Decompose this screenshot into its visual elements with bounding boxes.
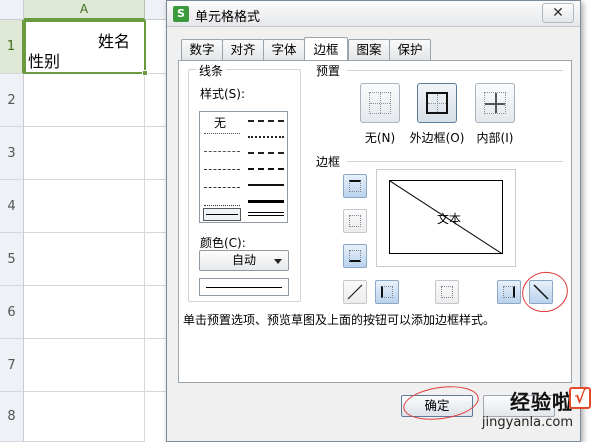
row-header-8[interactable]: 8	[0, 392, 24, 442]
line-style-dash-dot-dot[interactable]	[204, 169, 240, 181]
border-inside-vertical-button[interactable]	[435, 280, 459, 304]
dialog-title: 单元格格式	[195, 10, 261, 25]
tab-border[interactable]: 边框	[304, 37, 348, 60]
preset-none-button[interactable]	[360, 83, 400, 123]
row-header-7[interactable]: 7	[0, 339, 24, 392]
chevron-down-icon	[274, 259, 282, 264]
tab-protection[interactable]: 保护	[389, 39, 431, 60]
line-style-dashed-fine[interactable]	[204, 151, 240, 163]
line-style-list[interactable]: 无	[199, 111, 288, 223]
dialog-titlebar[interactable]: S 单元格格式 ✕	[167, 1, 580, 27]
format-cells-dialog: S 单元格格式 ✕ 数字 对齐 字体 边框 图案 保护 线条 样式(S): 无	[166, 0, 581, 442]
border-inside-horizontal-icon	[349, 215, 361, 227]
preset-outline-button[interactable]	[417, 83, 457, 123]
border-bottom-button[interactable]	[343, 244, 367, 268]
row-header-2[interactable]: 2	[0, 74, 24, 127]
border-tab-panel: 线条 样式(S): 无 颜色(C): 自动 预置 无(N) 外边框(O) 内部(…	[178, 60, 572, 383]
border-left-button[interactable]	[375, 280, 399, 304]
line-style-thin-selected[interactable]	[203, 208, 241, 221]
cell-a1-text-name: 姓名	[97, 32, 130, 51]
line-group-label: 线条	[196, 62, 227, 79]
border-separator	[347, 161, 563, 162]
border-inside-horizontal-button[interactable]	[343, 209, 367, 233]
cell-a2[interactable]	[24, 74, 145, 127]
border-bottom-icon	[349, 250, 361, 262]
preset-none-icon	[369, 92, 391, 114]
tab-alignment[interactable]: 对齐	[222, 39, 264, 60]
row-header-6[interactable]: 6	[0, 286, 24, 339]
app-icon: S	[173, 6, 189, 22]
select-all-corner[interactable]	[0, 0, 24, 20]
line-style-dotted[interactable]	[204, 133, 240, 145]
cell-a1-selected[interactable]: 姓名 性别	[24, 20, 148, 76]
line-style-medium[interactable]	[248, 184, 284, 196]
preset-inside-label: 内部(I)	[476, 131, 514, 145]
preset-inside-icon	[484, 92, 506, 114]
column-header-a[interactable]: A	[24, 0, 145, 20]
cell-a1-text-gender: 性别	[28, 52, 61, 71]
border-top-icon	[349, 180, 361, 192]
preview-text: 文本	[437, 212, 462, 226]
hint-text: 单击预置选项、预览草图及上面的按钮可以添加边框样式。	[183, 313, 496, 327]
row-header-3[interactable]: 3	[0, 127, 24, 180]
preset-inside-button[interactable]	[475, 83, 515, 123]
cell-a3[interactable]	[24, 127, 145, 180]
line-style-thick[interactable]	[248, 200, 284, 212]
watermark-url: jingyanla.com	[481, 415, 573, 430]
line-style-double[interactable]	[248, 212, 284, 216]
cell-a5[interactable]	[24, 233, 145, 286]
color-dropdown[interactable]: 自动	[199, 250, 289, 271]
watermark: 经验啦 √ jingyanla.com	[481, 386, 591, 430]
style-label: 样式(S):	[197, 85, 249, 102]
preset-label: 预置	[313, 62, 344, 79]
border-diagonal-up-button[interactable]	[343, 280, 367, 304]
watermark-title: 经验啦	[510, 390, 573, 414]
cell-a6[interactable]	[24, 286, 145, 339]
border-top-button[interactable]	[343, 174, 367, 198]
row-header-4[interactable]: 4	[0, 180, 24, 233]
line-preview	[199, 278, 289, 296]
tab-pattern[interactable]: 图案	[348, 39, 390, 60]
preset-separator	[347, 70, 563, 71]
line-style-medium-dash[interactable]	[248, 120, 284, 132]
diagonal-up-icon	[347, 284, 363, 300]
cell-a8[interactable]	[24, 392, 145, 442]
row-header-5[interactable]: 5	[0, 233, 24, 286]
line-style-medium-dashdot[interactable]	[248, 152, 284, 164]
border-inside-vertical-icon	[441, 286, 453, 298]
tab-font[interactable]: 字体	[263, 39, 305, 60]
close-button[interactable]: ✕	[542, 3, 574, 23]
row-header-1[interactable]: 1	[0, 20, 24, 74]
border-left-icon	[381, 286, 393, 298]
border-preview-box: 文本	[389, 180, 503, 254]
line-style-medium-dashed[interactable]	[248, 168, 284, 180]
line-style-dash-dot[interactable]	[204, 187, 240, 199]
border-preview[interactable]: 文本	[376, 169, 516, 267]
color-dropdown-value: 自动	[231, 253, 256, 267]
fill-handle[interactable]	[142, 70, 148, 76]
red-annotation-circle	[518, 267, 572, 317]
line-style-medium-dot[interactable]	[248, 136, 284, 148]
line-style-none[interactable]: 无	[214, 114, 226, 130]
close-icon: ✕	[552, 5, 564, 21]
border-right-button[interactable]	[497, 280, 521, 304]
border-label: 边框	[313, 153, 344, 170]
color-label: 颜色(C):	[197, 234, 249, 251]
cell-a7[interactable]	[24, 339, 145, 392]
tab-number[interactable]: 数字	[181, 39, 223, 60]
preset-outline-icon	[426, 92, 448, 114]
border-right-icon	[503, 286, 515, 298]
red-annotation-ok	[401, 381, 481, 425]
cell-a4[interactable]	[24, 180, 145, 233]
watermark-check-icon: √	[569, 387, 591, 409]
